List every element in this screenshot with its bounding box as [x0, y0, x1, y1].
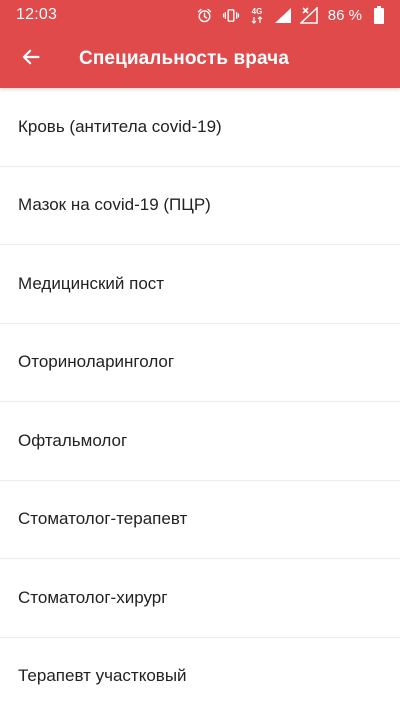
list-item[interactable]: Оториноларинголог [0, 324, 400, 402]
list-item-label: Терапевт участковый [18, 666, 187, 686]
specialty-list: Кровь (антитела covid-19) Мазок на covid… [0, 88, 400, 711]
list-item-label: Стоматолог-терапевт [18, 509, 188, 529]
screen: 12:03 4G 86 % Специальность врача Кровь … [0, 0, 400, 711]
list-item-label: Офтальмолог [18, 430, 128, 450]
list-item[interactable]: Офтальмолог [0, 402, 400, 481]
list-item[interactable]: Стоматолог-хирург [0, 559, 400, 638]
list-item-label: Медицинский пост [18, 273, 165, 293]
alarm-icon [196, 6, 214, 24]
vibrate-icon [222, 6, 240, 24]
list-item[interactable]: Медицинский пост [0, 245, 400, 324]
status-icons: 4G 86 % [196, 6, 388, 24]
network-4g-icon: 4G [248, 6, 266, 24]
list-item[interactable]: Стоматолог-терапевт [0, 481, 400, 559]
list-item[interactable]: Мазок на covid-19 (ПЦР) [0, 167, 400, 245]
battery-percent: 86 % [327, 6, 362, 24]
network-4g-label: 4G [251, 7, 262, 16]
status-bar: 12:03 4G 86 % [0, 0, 400, 30]
signal-icon [274, 6, 292, 24]
list-item[interactable]: Кровь (антитела covid-19) [0, 88, 400, 167]
list-item-label: Оториноларинголог [18, 352, 175, 372]
no-signal-icon [299, 6, 318, 24]
arrow-left-icon [21, 47, 41, 72]
list-item-label: Кровь (антитела covid-19) [18, 116, 222, 136]
battery-icon [370, 6, 388, 24]
back-button[interactable] [0, 30, 62, 88]
list-item-label: Мазок на covid-19 (ПЦР) [18, 195, 211, 215]
status-time: 12:03 [16, 6, 58, 23]
app-bar: Специальность врача [0, 30, 400, 88]
list-item-label: Стоматолог-хирург [18, 587, 168, 607]
page-title: Специальность врача [79, 48, 289, 69]
list-item[interactable]: Терапевт участковый [0, 638, 400, 711]
